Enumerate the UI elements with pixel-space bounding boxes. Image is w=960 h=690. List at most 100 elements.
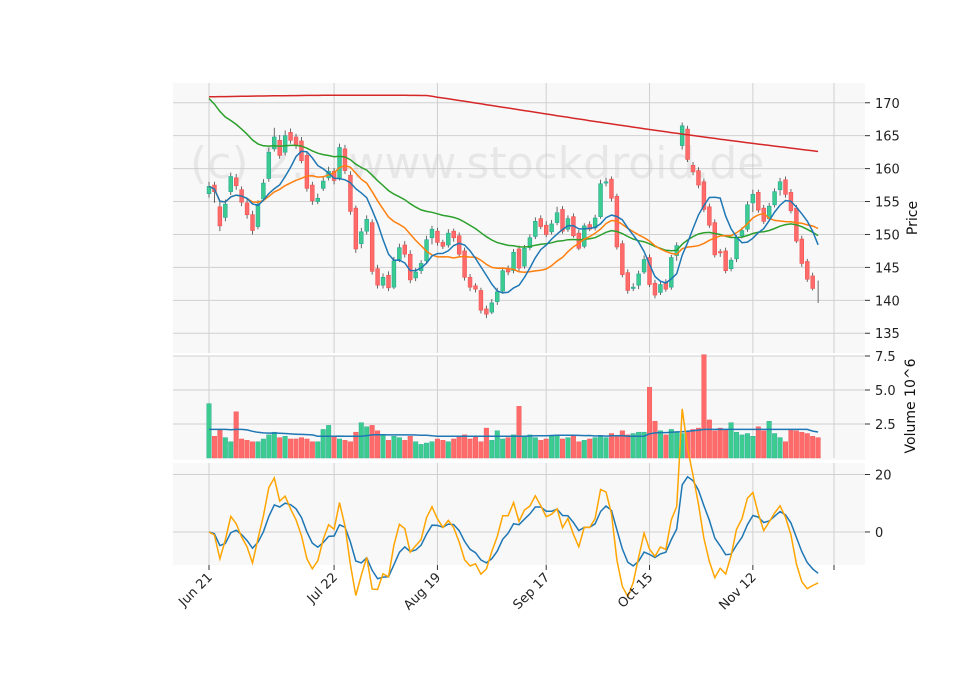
volume-y-ticks: 2.5 5.0 7.5 [865,350,896,433]
volume-bar [608,433,614,459]
volume-bar [277,437,283,459]
price-y-tick-label: 165 [875,130,900,145]
candle-body [451,230,456,239]
volume-bar [239,438,245,459]
volume-bar [581,440,587,459]
volume-bar [244,440,250,459]
candle-body [467,276,473,288]
price-y-tick-label: 170 [875,97,900,112]
volume-bar [266,434,272,459]
volume-y-tick-label: 5.0 [875,384,896,399]
price-y-tick-label: 135 [875,327,900,342]
candle-body [402,244,407,255]
volume-bar [396,437,402,459]
candle-body [500,270,505,292]
volume-bar [364,426,370,459]
price-y-tick-label: 160 [875,163,900,178]
volume-bar [516,406,522,459]
volume-bar [777,437,783,459]
candle-body [538,218,543,227]
candle-body [810,275,815,289]
candle-body [369,222,375,272]
volume-bar [434,438,440,459]
volume-bar [560,438,565,459]
price-y-ticks: 135 140 145 150 155 160 165 170 [865,97,900,342]
candle-body [690,165,696,173]
candle-body [288,132,293,141]
candle-body [484,308,489,315]
volume-bar [565,437,571,459]
volume-bar [309,441,315,459]
candle-body [598,183,603,217]
candle-body [408,253,413,281]
volume-bar [217,429,223,459]
candle-body [658,284,663,293]
volume-bar [657,430,663,459]
volume-bar [282,436,288,459]
volume-bar [603,437,609,459]
volume-bar [614,436,620,459]
candle-body [277,139,282,156]
volume-bar [652,421,658,459]
candle-body [282,135,288,153]
candle-body [669,257,674,288]
candle-body [456,235,462,255]
volume-bar [532,437,538,459]
volume-bar [380,434,386,459]
x-tick-label: Aug 19 [401,570,444,613]
volume-bar [320,429,326,459]
volume-bar [527,434,533,459]
volume-bar [424,442,430,459]
candle-body [777,181,783,190]
volume-bar [674,431,680,459]
price-y-tick-label: 150 [875,228,900,243]
volume-bar [358,422,364,459]
candle-body [549,223,554,233]
candle-body [272,136,277,150]
x-tick-label: Jul 22 [304,570,341,607]
volume-bar [467,438,473,459]
volume-bar [549,436,555,459]
candle-body [756,192,761,211]
candle-body [631,286,636,289]
candle-body [734,237,739,260]
volume-bar [418,444,424,459]
x-tick-label: Sep 17 [510,570,553,613]
candle-body [652,282,658,296]
volume-bar [298,437,304,459]
volume-bar [810,436,816,459]
volume-bar [483,427,489,459]
volume-bar [402,440,408,459]
candle-body [728,259,734,270]
volume-bar [647,387,653,459]
candle-body [799,238,805,264]
candle-body [462,250,467,278]
volume-bar [206,403,212,459]
volume-bar [799,431,805,459]
volume-bar [478,441,484,459]
volume-bar [750,436,756,459]
volume-bar [337,438,343,459]
price-y-tick-label: 145 [875,261,900,276]
volume-bar [783,441,788,459]
candle-body [772,191,777,206]
candle-body [620,243,625,275]
candle-body [380,276,386,286]
candle-body [397,247,402,260]
volume-bar [494,430,500,459]
candle-body [543,224,549,235]
candle-body [576,232,582,249]
candle-body [255,203,261,227]
oscillator-y-ticks: 0 20 [865,468,892,541]
candle-body [696,170,701,186]
volume-y-tick-label: 2.5 [875,418,896,433]
volume-bar [233,411,239,459]
volume-bar [734,431,740,459]
volume-bar [690,429,696,459]
price-y-tick-label: 140 [875,294,900,309]
candle-body [750,193,756,204]
candle-body [342,148,348,171]
candle-body [353,207,359,250]
price-panel-background [173,83,865,353]
candle-body [685,128,690,160]
